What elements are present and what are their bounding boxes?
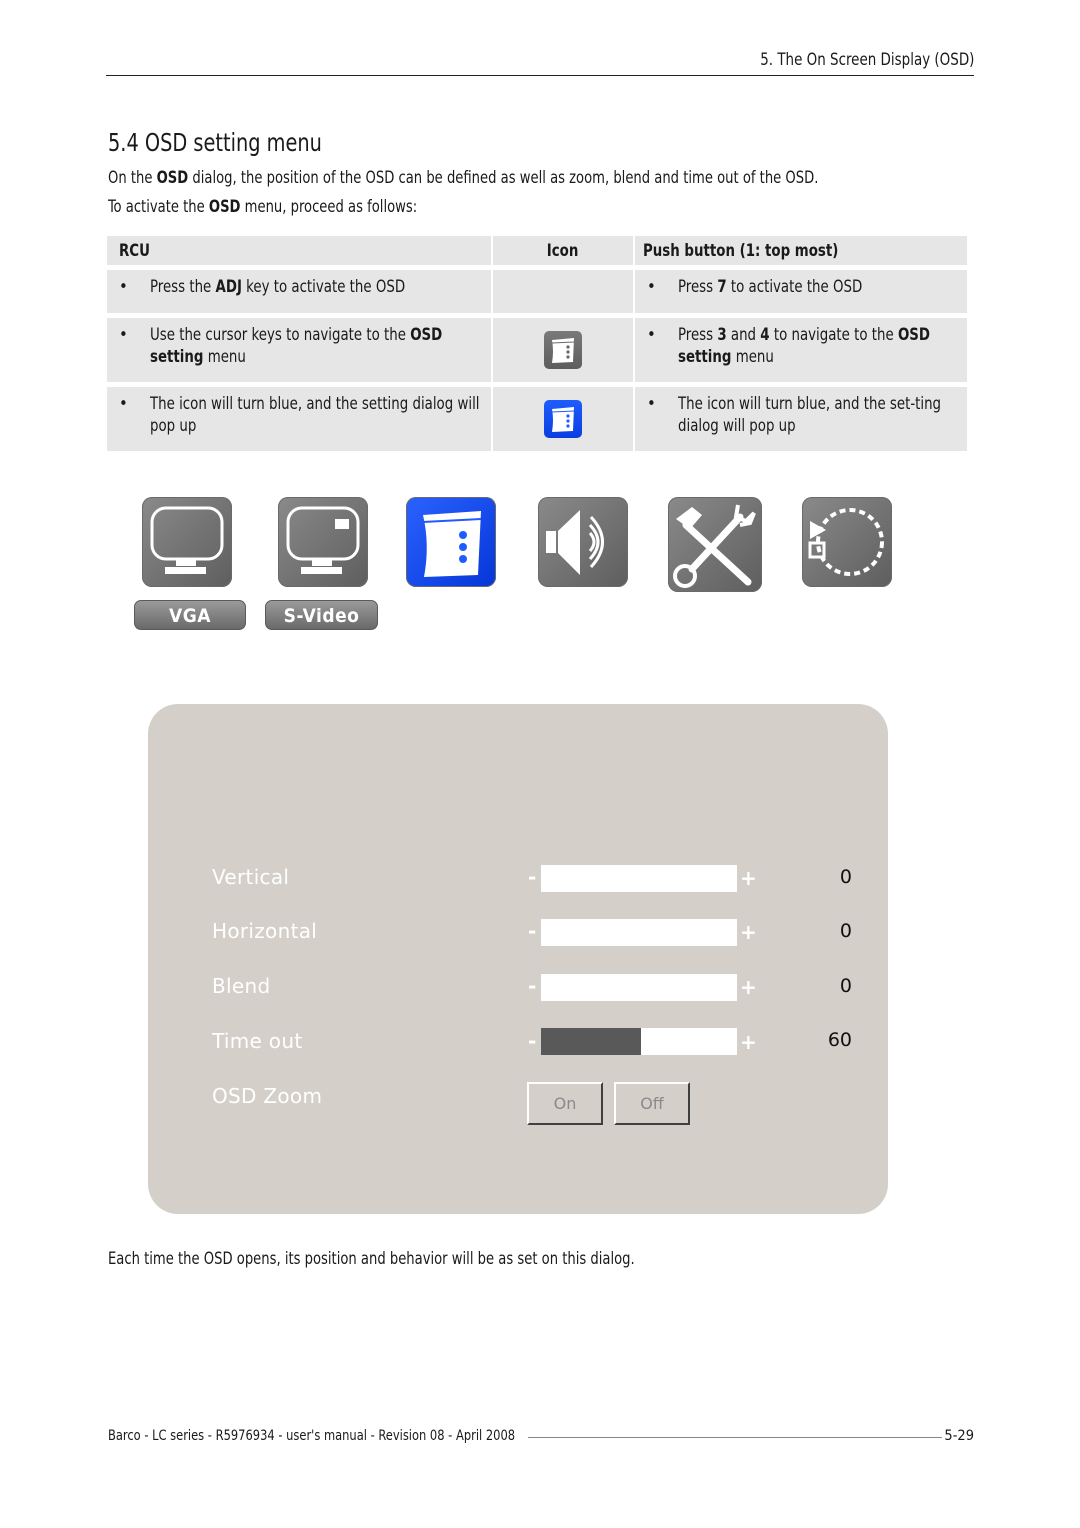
audio-icon[interactable] (538, 497, 628, 587)
vertical-decrease[interactable]: - (528, 865, 536, 889)
steps-table: RCU Icon Push button (1: top most) • Pre… (105, 231, 969, 456)
blend-increase[interactable]: + (740, 975, 757, 999)
osd-zoom-off-button[interactable]: Off (614, 1082, 690, 1125)
rcu-step-3: • The icon will turn blue, and the setti… (107, 387, 491, 451)
running-header: 5. The On Screen Display (OSD) (106, 50, 974, 76)
push-step-3: • The icon will turn blue, and the set-t… (635, 387, 967, 451)
time-out-label: Time out (212, 1029, 303, 1053)
time-out-decrease[interactable]: - (528, 1029, 536, 1053)
section-title: 5.4 OSD setting menu (108, 128, 322, 157)
running-header-text: 5. The On Screen Display (OSD) (759, 50, 974, 70)
blend-slider[interactable] (541, 974, 737, 1001)
rcu-step-2: • Use the cursor keys to navigate to the… (107, 318, 491, 382)
vga-source-icon[interactable] (142, 497, 232, 587)
vertical-slider[interactable] (541, 865, 737, 892)
osd-zoom-on-button[interactable]: On (527, 1082, 603, 1125)
horizontal-increase[interactable]: + (740, 920, 757, 944)
push-step-1: • Press 7 to activate the OSD (635, 270, 967, 313)
horizontal-value: 0 (839, 920, 852, 942)
time-out-slider-fill (541, 1028, 641, 1055)
intro-paragraph-2: To activate the OSD menu, proceed as fol… (108, 197, 418, 217)
page-footer: Barco - LC series - R5976934 - user's ma… (108, 1428, 974, 1448)
header-rcu: RCU (107, 236, 491, 265)
horizontal-decrease[interactable]: - (528, 919, 536, 943)
closing-paragraph: Each time the OSD opens, its position an… (108, 1249, 635, 1269)
time-out-increase[interactable]: + (740, 1030, 757, 1054)
osd-setting-dialog: Vertical - + 0 Horizontal - + 0 Blend - … (148, 704, 888, 1214)
time-out-slider[interactable] (541, 1028, 737, 1055)
tools-icon[interactable] (668, 497, 762, 592)
osd-setting-icon[interactable] (406, 497, 496, 587)
osd-zoom-label: OSD Zoom (212, 1084, 323, 1108)
vertical-increase[interactable]: + (740, 866, 757, 890)
rcu-step-1: • Press the ADJ key to activate the OSD (107, 270, 491, 313)
time-out-value: 60 (827, 1029, 852, 1051)
table-row: • Press the ADJ key to activate the OSD … (107, 270, 967, 313)
svideo-source-button[interactable]: S-Video (265, 600, 378, 630)
footer-document-info: Barco - LC series - R5976934 - user's ma… (108, 1428, 516, 1444)
osd-setting-active-icon (544, 400, 582, 438)
horizontal-label: Horizontal (212, 919, 318, 943)
header-push-button: Push button (1: top most) (635, 236, 967, 265)
push-step-2: • Press 3 and 4 to navigate to the OSD s… (635, 318, 967, 382)
table-row: • Use the cursor keys to navigate to the… (107, 318, 967, 382)
vga-source-button[interactable]: VGA (134, 600, 246, 630)
footer-rule (528, 1437, 942, 1438)
horizontal-slider[interactable] (541, 919, 737, 946)
page-number: 5-29 (944, 1428, 974, 1444)
recall-reset-icon[interactable] (802, 497, 892, 587)
vertical-label: Vertical (212, 865, 290, 889)
blend-label: Blend (212, 974, 271, 998)
vertical-value: 0 (839, 866, 852, 888)
header-icon: Icon (493, 236, 633, 265)
table-header-row: RCU Icon Push button (1: top most) (107, 236, 967, 265)
table-row: • The icon will turn blue, and the setti… (107, 387, 967, 451)
osd-setting-icon (544, 331, 582, 369)
blend-value: 0 (839, 975, 852, 997)
intro-paragraph-1: On the OSD dialog, the position of the O… (108, 168, 819, 188)
blend-decrease[interactable]: - (528, 974, 536, 998)
osd-menu-icon-strip: VGA S-Video (130, 497, 910, 637)
svideo-source-icon[interactable] (278, 497, 368, 587)
